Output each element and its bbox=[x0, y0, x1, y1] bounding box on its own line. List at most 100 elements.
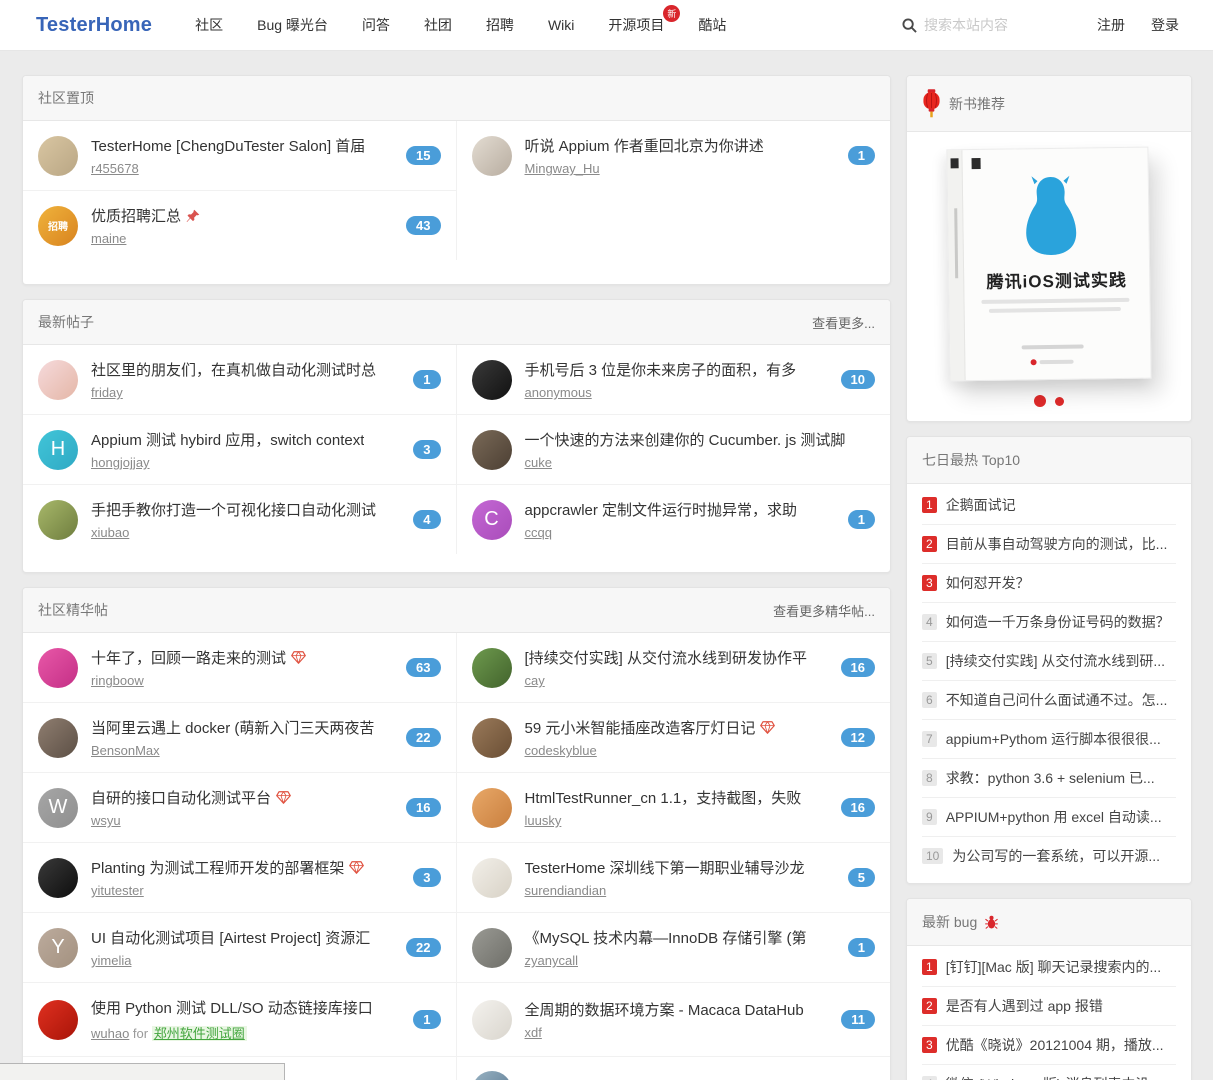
rank-badge: 2 bbox=[922, 998, 937, 1014]
post-author-link[interactable]: Mingway_Hu bbox=[525, 161, 600, 176]
nav-item[interactable]: 社区 bbox=[178, 15, 240, 35]
post-author-link[interactable]: r455678 bbox=[91, 161, 139, 176]
post-author-link[interactable]: ringboow bbox=[91, 673, 144, 688]
post-title-link[interactable]: TesterHome 深圳线下第一期职业辅导沙龙 bbox=[525, 857, 835, 878]
avatar[interactable] bbox=[471, 717, 512, 758]
hot-topic-item[interactable]: 4 如何造一千万条身份证号码的数据？ bbox=[922, 603, 1176, 642]
post-author-link[interactable]: wsyu bbox=[91, 813, 121, 828]
post-author-link[interactable]: zyanycall bbox=[525, 953, 578, 968]
login-link[interactable]: 登录 bbox=[1138, 15, 1192, 35]
post-author-link[interactable]: BensonMax bbox=[91, 743, 160, 758]
post-title-link[interactable]: 手机号后 3 位是你未来房子的面积，有多 bbox=[525, 359, 828, 380]
nav-item[interactable]: 酷站 bbox=[681, 15, 743, 35]
post-title-link[interactable]: 全周期的数据环境方案 - Macaca DataHub bbox=[525, 999, 829, 1020]
post-title-link[interactable]: 一个快速的方法来创建你的 Cucumber. js 测试脚 bbox=[525, 429, 876, 450]
post-author-link[interactable]: ccqq bbox=[525, 525, 552, 540]
nav-item[interactable]: 开源项目新 bbox=[591, 5, 681, 35]
avatar[interactable] bbox=[38, 647, 78, 688]
book-cover[interactable]: 腾讯iOS测试实践 bbox=[946, 146, 1152, 382]
post-title-link[interactable]: [持续交付实践] 从交付流水线到研发协作平 bbox=[525, 647, 828, 668]
reply-count-badge: 4 bbox=[413, 510, 441, 529]
avatar[interactable] bbox=[471, 429, 512, 470]
post-author-link[interactable]: surendiandian bbox=[525, 883, 607, 898]
avatar[interactable] bbox=[38, 135, 78, 176]
avatar[interactable] bbox=[471, 359, 512, 400]
bug-item[interactable]: 2 是否有人遇到过 app 报错 bbox=[922, 987, 1176, 1026]
post-author-link[interactable]: xdf bbox=[525, 1025, 542, 1040]
carousel-dot[interactable] bbox=[1055, 396, 1064, 406]
post-title-link[interactable]: UI 自动化测试项目 [Airtest Project] 资源汇 bbox=[91, 927, 393, 948]
hot-topic-item[interactable]: 10 为公司写的一套系统，可以开源... bbox=[922, 837, 1176, 875]
hot-topic-item[interactable]: 7 appium+Pythom 运行脚本很很很... bbox=[922, 720, 1176, 759]
post-author-link[interactable]: maine bbox=[91, 231, 126, 246]
nav-item[interactable]: Bug 曝光台 bbox=[240, 15, 345, 35]
avatar[interactable]: H bbox=[38, 429, 78, 470]
post-title-link[interactable]: 手把手教你打造一个可视化接口自动化测试 bbox=[91, 499, 400, 520]
post-title-link[interactable]: 自研的接口自动化测试平台 bbox=[91, 787, 393, 808]
rank-item-text: 企鹅面试记 bbox=[945, 497, 1016, 513]
bug-item[interactable]: 1 [钉钉][Mac 版] 聊天记录搜索内的... bbox=[922, 948, 1176, 987]
register-link[interactable]: 注册 bbox=[1084, 15, 1138, 35]
post-title-link[interactable]: 十年了，回顾一路走来的测试 bbox=[91, 647, 393, 668]
avatar[interactable] bbox=[471, 1071, 512, 1080]
nav-item[interactable]: 招聘 bbox=[469, 15, 531, 35]
avatar[interactable]: C bbox=[471, 499, 512, 540]
post-title-link[interactable]: HtmlTestRunner_cn 1.1，支持截图，失败 bbox=[525, 787, 828, 808]
post-author-link[interactable]: yimelia bbox=[91, 953, 131, 968]
post-title-link[interactable]: 社区里的朋友们，在真机做自动化测试时总 bbox=[91, 359, 400, 380]
nav-item[interactable]: 社团 bbox=[407, 15, 469, 35]
carousel-dot-active[interactable] bbox=[1034, 395, 1046, 407]
nav-item[interactable]: 问答 bbox=[345, 15, 407, 35]
brand-logo[interactable]: TesterHome bbox=[36, 14, 152, 37]
avatar[interactable] bbox=[38, 999, 78, 1040]
post-title-link[interactable]: Planting 为测试工程师开发的部署框架 bbox=[91, 857, 400, 878]
bug-item[interactable]: 4 微信 (Windows 版) 消息列表中没... bbox=[922, 1065, 1176, 1080]
avatar[interactable] bbox=[471, 857, 512, 898]
post-author-link[interactable]: hongjojjay bbox=[91, 455, 150, 470]
avatar[interactable] bbox=[38, 857, 78, 898]
hot-topic-item[interactable]: 8 求教：python 3.6 + selenium 已... bbox=[922, 759, 1176, 798]
avatar[interactable]: W bbox=[38, 787, 78, 828]
post-title-link[interactable]: 听说 Appium 作者重回北京为你讲述 bbox=[525, 135, 835, 156]
post-author-link[interactable]: cuke bbox=[525, 455, 552, 470]
hot-topic-item[interactable]: 1 企鹅面试记 bbox=[922, 486, 1176, 525]
post-title-link[interactable]: 《MySQL 技术内幕—InnoDB 存储引擎 (第 bbox=[525, 927, 835, 948]
post-author-link[interactable]: friday bbox=[91, 385, 123, 400]
post-title-link[interactable]: appcrawler 定制文件运行时抛异常，求助 bbox=[525, 499, 835, 520]
hot-topic-item[interactable]: 5 [持续交付实践] 从交付流水线到研... bbox=[922, 642, 1176, 681]
post-author-link[interactable]: wuhao bbox=[91, 1026, 129, 1041]
search-input[interactable] bbox=[924, 17, 1084, 33]
hot-topic-item[interactable]: 2 目前从事自动驾驶方向的测试，比... bbox=[922, 525, 1176, 564]
post-author-link[interactable]: cay bbox=[525, 673, 545, 688]
hot-topic-item[interactable]: 3 如何怼开发？ bbox=[922, 564, 1176, 603]
avatar[interactable] bbox=[38, 359, 78, 400]
post-author-link[interactable]: xiubao bbox=[91, 525, 129, 540]
bug-item[interactable]: 3 优酷《晓说》20121004 期，播放... bbox=[922, 1026, 1176, 1065]
avatar[interactable] bbox=[471, 927, 512, 968]
avatar[interactable] bbox=[38, 499, 78, 540]
excellent-more-link[interactable]: 查看更多精华帖... bbox=[773, 601, 875, 620]
post-group-link[interactable]: 郑州软件测试圈 bbox=[151, 1026, 247, 1041]
post-author-link[interactable]: luusky bbox=[525, 813, 562, 828]
post-title-link[interactable]: 59 元小米智能插座改造客厅灯日记 bbox=[525, 717, 828, 738]
avatar[interactable] bbox=[471, 135, 512, 176]
latest-more-link[interactable]: 查看更多... bbox=[812, 313, 875, 332]
avatar[interactable] bbox=[471, 787, 512, 828]
post-title-link[interactable]: Appium 测试 hybird 应用，switch context bbox=[91, 429, 400, 450]
avatar[interactable] bbox=[471, 647, 512, 688]
excellent-topics-list: 十年了，回顾一路走来的测试 ringboow 63 [持续交付实践] 从交付流水线到研… bbox=[23, 633, 890, 1080]
post-title-link[interactable]: 使用 Python 测试 DLL/SO 动态链接库接口 bbox=[91, 997, 400, 1018]
avatar[interactable]: Y bbox=[38, 927, 78, 968]
avatar[interactable] bbox=[38, 717, 78, 758]
hot-topic-item[interactable]: 9 APPIUM+python 用 excel 自动读... bbox=[922, 798, 1176, 837]
post-title-link[interactable]: 优质招聘汇总 bbox=[91, 205, 393, 226]
avatar[interactable] bbox=[471, 999, 512, 1040]
post-author-link[interactable]: yitutester bbox=[91, 883, 144, 898]
post-author-link[interactable]: anonymous bbox=[525, 385, 592, 400]
post-title-link[interactable]: 当阿里云遇上 docker (萌新入门三天两夜苦 bbox=[91, 717, 393, 738]
nav-item[interactable]: Wiki bbox=[531, 17, 591, 33]
post-title-link[interactable]: TesterHome [ChengDuTester Salon] 首届 bbox=[91, 135, 393, 156]
avatar[interactable]: 招聘 bbox=[38, 205, 78, 246]
hot-topic-item[interactable]: 6 不知道自己问什么面试通不过。怎... bbox=[922, 681, 1176, 720]
post-author-link[interactable]: codeskyblue bbox=[525, 743, 597, 758]
